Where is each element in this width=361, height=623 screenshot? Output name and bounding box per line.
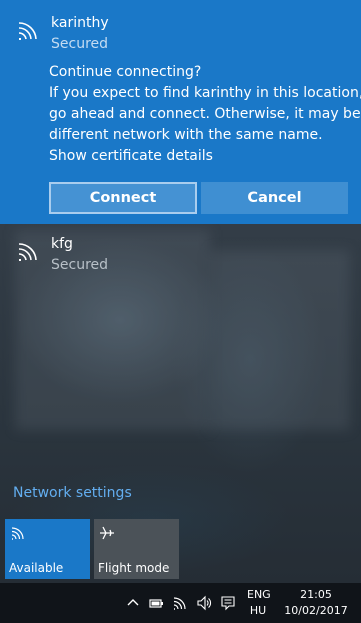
network-item-karinthy[interactable]: karinthy Secured Continue connecting? If… (0, 0, 361, 224)
network-name: kfg (51, 236, 73, 252)
flight-mode-tile[interactable]: Flight mode (94, 519, 179, 579)
keyboard-layout: HU (249, 604, 267, 617)
prompt-line: go ahead and connect. Otherwise, it may … (49, 106, 361, 122)
clock-date: 10/02/2017 (284, 604, 348, 617)
wifi-icon[interactable] (172, 595, 188, 611)
network-settings-link[interactable]: Network settings (13, 485, 132, 501)
network-item-kfg[interactable]: kfg Secured (0, 228, 361, 278)
prompt-title: Continue connecting? (49, 64, 202, 80)
chevron-up-icon[interactable] (125, 595, 141, 611)
volume-icon[interactable] (196, 595, 212, 611)
tile-label: Available (9, 561, 64, 575)
prompt-line: different network with the same name. (49, 127, 323, 143)
tile-label: Flight mode (98, 561, 170, 575)
wifi-signal-icon (18, 243, 37, 261)
connect-button[interactable]: Connect (49, 182, 197, 214)
lang-code: ENG (247, 588, 271, 601)
airplane-icon (100, 526, 114, 540)
input-language-indicator[interactable]: ENG HU (247, 587, 271, 619)
action-center-icon[interactable] (220, 595, 236, 611)
connect-prompt: Continue connecting? If you expect to fi… (49, 62, 361, 167)
wifi-signal-icon (18, 22, 37, 40)
wifi-toggle-tile[interactable]: Available (5, 519, 90, 579)
network-name: karinthy (51, 15, 109, 31)
taskbar: ENG HU 21:05 10/02/2017 (0, 583, 361, 623)
clock-time: 21:05 (300, 588, 332, 601)
show-certificate-link[interactable]: Show certificate details (49, 146, 355, 167)
cancel-button[interactable]: Cancel (201, 182, 348, 214)
wifi-icon (11, 527, 24, 540)
network-status: Secured (51, 36, 109, 52)
taskbar-clock[interactable]: 21:05 10/02/2017 (281, 587, 351, 619)
battery-icon[interactable] (148, 595, 164, 611)
prompt-line: If you expect to find karinthy in this l… (49, 85, 361, 101)
network-status: Secured (51, 257, 109, 273)
